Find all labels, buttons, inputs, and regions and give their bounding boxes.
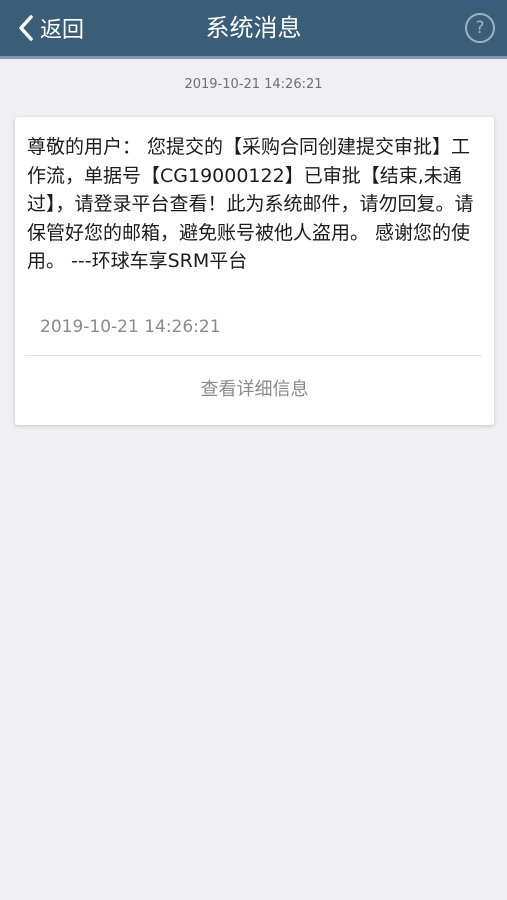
message-body: 尊敬的用户： 您提交的【采购合同创建提交审批】工作流，单据号【CG1900012…: [27, 136, 474, 272]
nav-bar: 返回 系统消息 ?: [0, 0, 507, 59]
view-details-link[interactable]: 查看详细信息: [15, 375, 494, 401]
message-time: 2019-10-21 14:26:21: [40, 317, 221, 337]
chevron-left-icon: [18, 14, 34, 42]
card-divider: [25, 355, 482, 356]
back-button[interactable]: 返回: [18, 10, 84, 46]
message-timestamp: 2019-10-21 14:26:21: [184, 77, 323, 92]
question-circle-icon[interactable]: ?: [465, 13, 495, 43]
message-card: 尊敬的用户： 您提交的【采购合同创建提交审批】工作流，单据号【CG1900012…: [15, 117, 494, 425]
back-button-label: 返回: [40, 18, 85, 43]
